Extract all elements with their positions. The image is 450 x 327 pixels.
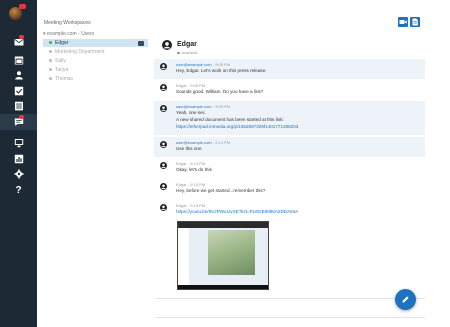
document-button[interactable] <box>410 17 420 27</box>
message-text: Hey, before we get started...remember th… <box>176 188 266 193</box>
message-time: - 9:14 PM <box>212 140 231 145</box>
user-item-edgar[interactable]: Edgar <box>43 39 148 47</box>
status-text: Available <box>181 50 198 55</box>
user-circle-icon <box>160 63 167 70</box>
user-circle-icon <box>160 141 167 148</box>
chat-header: Edgar Available <box>157 33 423 57</box>
chat-badge <box>19 115 24 119</box>
user-item-label: Sally <box>55 58 66 64</box>
preview-sidebar <box>178 228 189 285</box>
calendar-icon[interactable] <box>0 52 37 68</box>
unread-count-badge <box>138 40 144 46</box>
notes-icon[interactable] <box>0 98 37 114</box>
contacts-icon[interactable] <box>0 67 37 83</box>
notification-badge <box>19 4 26 9</box>
shared-document-link[interactable]: https://etherpad.inmedia.org/p/155289732… <box>176 123 425 130</box>
message-item: Edgar - 9:15 PM Hey, before we get start… <box>154 179 425 199</box>
app-rail: ? <box>0 0 37 327</box>
chat-area: Edgar Available user@example.com - 9:05 … <box>154 0 425 327</box>
message-text: Use this one <box>176 146 202 151</box>
message-item: user@example.com - 9:14 PM Use this one <box>154 137 425 157</box>
user-item-label: Tanya <box>55 67 69 73</box>
user-circle-icon <box>160 162 167 169</box>
message-item: user@example.com - 9:05 PM Hey, Edgar. L… <box>154 59 425 79</box>
presence-dot <box>49 50 52 54</box>
message-item: Edgar - 9:15 PM https://youtu.be/9VJPWu1… <box>154 200 425 220</box>
chat-contact-status: Available <box>177 50 198 55</box>
user-item-label: Marketing Department <box>55 49 105 55</box>
message-item: Edgar - 9:14 PM Okay, let's do this <box>154 158 425 178</box>
presence-dot <box>49 68 52 72</box>
user-circle-icon <box>160 105 167 112</box>
message-text: Okay, let's do this <box>176 167 212 172</box>
compose-button[interactable] <box>395 289 416 310</box>
message-time: - 9:09 PM <box>212 104 231 109</box>
tasks-icon[interactable] <box>0 83 37 99</box>
help-label: ? <box>15 184 22 196</box>
user-circle-icon <box>162 40 172 50</box>
message-text: Sounds good, William. Do you have a link… <box>176 89 264 94</box>
presence-dot <box>49 77 52 81</box>
pencil-icon <box>402 296 409 303</box>
user-item-tanya[interactable]: Tanya <box>43 66 148 74</box>
link-preview-thumbnail[interactable] <box>177 221 269 290</box>
user-circle-icon <box>160 183 167 190</box>
stats-icon[interactable] <box>0 151 37 167</box>
users-panel: Meeting Workspaces ▾ example.com - Users… <box>37 0 154 327</box>
settings-icon[interactable] <box>0 166 37 182</box>
video-call-button[interactable] <box>398 17 408 27</box>
chat-contact-name: Edgar <box>177 41 197 48</box>
mail-icon[interactable] <box>0 34 37 50</box>
presence-dot <box>49 41 52 45</box>
message-text: A new shared document has been started a… <box>176 117 284 122</box>
user-item-sally[interactable]: Sally <box>43 57 148 65</box>
preview-image <box>208 230 255 275</box>
video-link[interactable]: https://youtu.be/9VJPWu1tvXE?list=PLEDE8… <box>176 208 425 215</box>
user-item-label: Edgar <box>55 40 69 46</box>
user-item-thomas[interactable]: Thomas <box>43 75 148 83</box>
message-item: user@example.com - 9:09 PM Yeah, one sec… <box>154 101 425 135</box>
workspace-title: Meeting Workspaces <box>44 20 91 26</box>
presence-dot <box>49 59 52 63</box>
message-item: Edgar - 9:05 PM Sounds good, William. Do… <box>154 80 425 100</box>
message-text: Hey, Edgar. Let's work on this press rel… <box>176 68 267 73</box>
help-icon[interactable]: ? <box>0 182 37 198</box>
user-item-label: Thomas <box>55 76 74 82</box>
message-text: Yeah, one sec. <box>176 110 207 115</box>
status-dot <box>177 51 180 54</box>
user-circle-icon <box>160 84 167 91</box>
message-input[interactable] <box>155 298 425 318</box>
mail-badge <box>19 35 24 39</box>
monitor-icon[interactable] <box>0 135 37 151</box>
user-circle-icon <box>160 204 167 211</box>
chat-icon[interactable] <box>0 114 37 130</box>
user-item-marketing[interactable]: Marketing Department <box>43 48 148 56</box>
tree-group-header[interactable]: ▾ example.com - Users <box>43 31 94 37</box>
preview-footer-bar <box>178 285 268 289</box>
